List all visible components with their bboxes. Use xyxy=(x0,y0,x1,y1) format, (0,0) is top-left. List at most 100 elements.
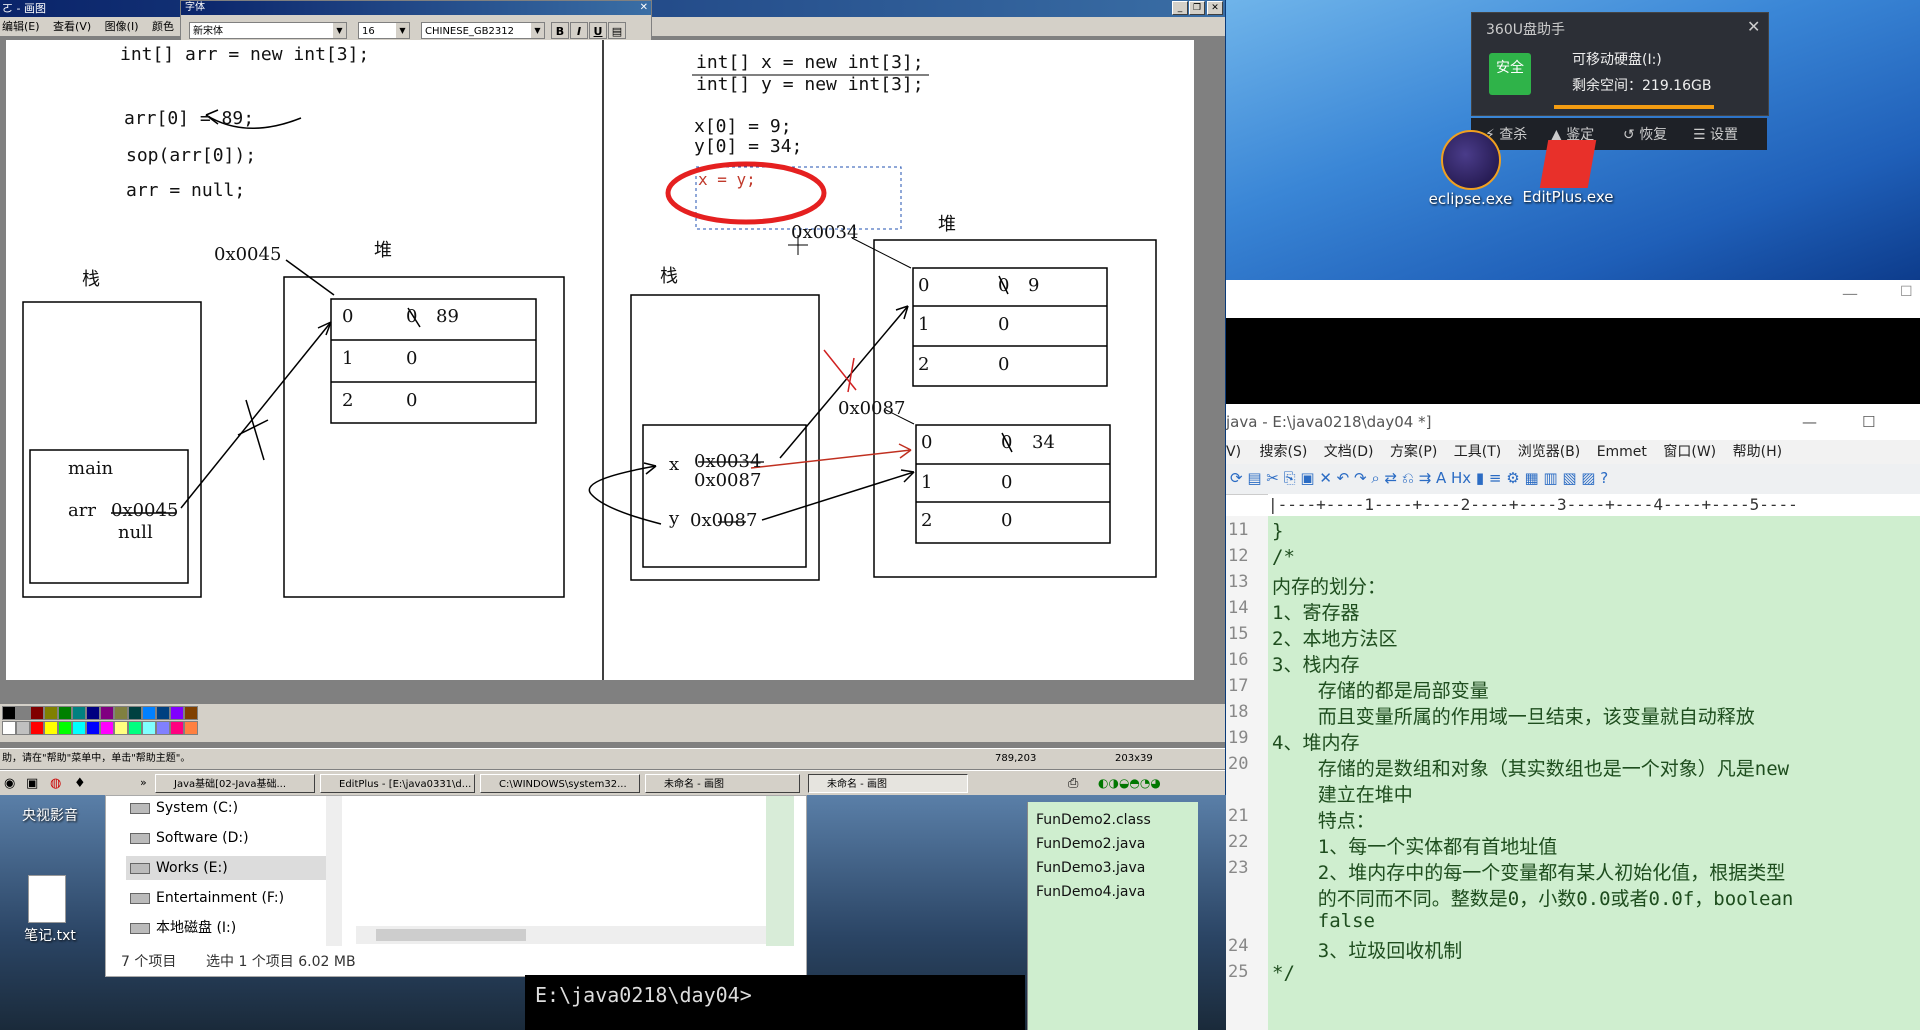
tray-icons[interactable]: ◐◑◒◓◔◕ xyxy=(1098,776,1161,790)
palette-swatch[interactable] xyxy=(86,706,100,720)
taskbar-item-editplus[interactable]: EditPlus - [E:\java0331\d... xyxy=(320,774,475,793)
taskbar-item-paint-2[interactable]: 未命名 - 画图 xyxy=(808,774,968,793)
code-line-selected[interactable]: x = y; xyxy=(698,170,756,189)
command-prompt[interactable]: E:\java0218\day04> xyxy=(525,975,1025,1030)
tree-scrollbar[interactable] xyxy=(326,796,342,946)
action-settings[interactable]: ☰ 设置 xyxy=(1693,124,1738,144)
printer-icon[interactable]: ⎙ xyxy=(1068,776,1078,791)
drawing-canvas[interactable]: int[] arr = new int[3]; arr[0] = 89; sop… xyxy=(6,40,1194,680)
menu-view[interactable]: V) xyxy=(1226,444,1241,460)
palette-swatch[interactable] xyxy=(72,721,86,735)
italic-button[interactable]: I xyxy=(570,22,588,39)
y-variable: y xyxy=(669,508,680,529)
palette-swatch[interactable] xyxy=(100,721,114,735)
minimize-icon[interactable]: — xyxy=(1842,284,1858,303)
menu-browser[interactable]: 浏览器(B) xyxy=(1518,444,1581,460)
palette-swatch[interactable] xyxy=(72,706,86,720)
desktop-icon-cctv[interactable]: 央视影音 xyxy=(10,805,90,825)
file-item[interactable]: FunDemo3.java xyxy=(1036,860,1145,876)
tree-item-d[interactable]: Software (D:) xyxy=(126,826,249,850)
tree-item-c[interactable]: System (C:) xyxy=(126,796,238,820)
line-number: 24 xyxy=(1228,936,1249,956)
font-size-select[interactable]: 16 ▼ xyxy=(358,22,410,39)
palette-swatch[interactable] xyxy=(30,721,44,735)
palette-swatch[interactable] xyxy=(30,706,44,720)
code-editor[interactable]: } /* 内存的划分： 1、寄存器 2、本地方法区 3、栈内存 存储的都是局部变量 而且变… xyxy=(1268,516,1920,1030)
palette-swatch[interactable] xyxy=(114,721,128,735)
palette-swatch[interactable] xyxy=(2,721,16,735)
desktop-icon-notes[interactable]: 笔记.txt xyxy=(10,925,90,945)
menu-window[interactable]: 窗口(W) xyxy=(1663,444,1716,460)
taskbar-item-cmd[interactable]: C:\WINDOWS\system32... xyxy=(480,774,640,793)
menu-colors[interactable]: 颜色 xyxy=(152,20,174,33)
file-item[interactable]: FunDemo2.java xyxy=(1036,836,1145,852)
action-restore[interactable]: ↺ 恢复 xyxy=(1623,124,1667,144)
code-line: x[0] = 9; xyxy=(694,116,792,137)
palette-swatch[interactable] xyxy=(184,721,198,735)
array-value: 89 xyxy=(436,306,459,327)
menu-document[interactable]: 文档(D) xyxy=(1324,444,1374,460)
taskbar-item-paint-1[interactable]: 未命名 - 画图 xyxy=(645,774,800,793)
palette-swatch[interactable] xyxy=(16,706,30,720)
quicklaunch-app-icon[interactable]: ♦ xyxy=(74,776,86,791)
palette-swatch[interactable] xyxy=(170,721,184,735)
palette-swatch[interactable] xyxy=(156,721,170,735)
palette-swatch[interactable] xyxy=(184,706,198,720)
tree-item-e[interactable]: Works (E:) xyxy=(126,856,331,880)
palette-swatch[interactable] xyxy=(58,721,72,735)
quicklaunch-browser-icon[interactable]: ◍ xyxy=(50,776,61,791)
scrollbar-thumb[interactable] xyxy=(376,929,526,941)
restore-button[interactable]: ❐ xyxy=(1189,1,1205,15)
code-line: 2、堆内存中的每一个变量都有某人初始化值，根据类型 xyxy=(1272,862,1786,884)
menu-help[interactable]: 帮助(H) xyxy=(1733,444,1782,460)
palette-swatch[interactable] xyxy=(44,706,58,720)
menu-search[interactable]: 搜索(S) xyxy=(1260,444,1308,460)
menu-project[interactable]: 方案(P) xyxy=(1390,444,1437,460)
underline-button[interactable]: U xyxy=(589,22,607,39)
chevron-right-icon[interactable]: » xyxy=(140,776,147,789)
x-old-value: 0x0034 xyxy=(694,451,762,472)
file-item[interactable]: FunDemo4.java xyxy=(1036,884,1145,900)
menu-image[interactable]: 图像(I) xyxy=(105,20,139,33)
maximize-icon[interactable]: ☐ xyxy=(1900,284,1913,300)
charset-select[interactable]: CHINESE_GB2312 ▼ xyxy=(421,22,545,39)
tree-item-f[interactable]: Entertainment (F:) xyxy=(126,886,284,910)
usage-bar xyxy=(1554,105,1714,109)
palette-swatch[interactable] xyxy=(2,706,16,720)
desktop-icon-editplus[interactable]: EditPlus.exe xyxy=(1518,140,1618,206)
palette-swatch[interactable] xyxy=(142,721,156,735)
horizontal-scrollbar[interactable] xyxy=(356,926,776,944)
palette-swatch[interactable] xyxy=(142,706,156,720)
tree-item-label: System (C:) xyxy=(156,800,239,816)
minimize-button[interactable]: _ xyxy=(1172,1,1188,15)
palette-swatch[interactable] xyxy=(86,721,100,735)
palette-swatch[interactable] xyxy=(128,706,142,720)
palette-swatch[interactable] xyxy=(114,706,128,720)
bold-button[interactable]: B xyxy=(551,22,569,39)
minimize-icon[interactable]: — xyxy=(1802,404,1817,440)
font-name-select[interactable]: 新宋体 ▼ xyxy=(189,22,347,39)
palette-swatch[interactable] xyxy=(170,706,184,720)
tree-item-i[interactable]: 本地磁盘 (I:) xyxy=(126,916,236,940)
desktop-icon-eclipse[interactable]: eclipse.exe xyxy=(1428,130,1513,208)
quicklaunch-desktop-icon[interactable]: ▣ xyxy=(26,776,38,791)
palette-swatch[interactable] xyxy=(128,721,142,735)
close-icon[interactable]: ✕ xyxy=(640,1,648,15)
vertical-text-button[interactable]: ▤ xyxy=(608,22,626,39)
maximize-icon[interactable]: ☐ xyxy=(1862,404,1875,440)
toolbar-icons[interactable]: ⟳ ▤ ✂ ⎘ ▣ ✕ ↶ ↷ ⌕ ⇄ ⎌ ⇉ A Hx ▮ ≡ ⚙ ▦ ▥ ▧… xyxy=(1230,469,1608,487)
menu-tools[interactable]: 工具(T) xyxy=(1454,444,1501,460)
taskbar-item-java[interactable]: Java基础[02-Java基础... xyxy=(155,774,315,793)
menu-view[interactable]: 查看(V) xyxy=(53,20,91,33)
palette-swatch[interactable] xyxy=(58,706,72,720)
close-icon[interactable]: ✕ xyxy=(1747,17,1760,36)
menu-edit[interactable]: 编辑(E) xyxy=(0,20,40,33)
palette-swatch[interactable] xyxy=(44,721,58,735)
palette-swatch[interactable] xyxy=(100,706,114,720)
palette-swatch[interactable] xyxy=(16,721,30,735)
file-item[interactable]: FunDemo2.class xyxy=(1036,812,1151,828)
close-button[interactable]: ✕ xyxy=(1207,1,1223,15)
palette-swatch[interactable] xyxy=(156,706,170,720)
quicklaunch-ie-icon[interactable]: ◉ xyxy=(4,776,15,791)
menu-emmet[interactable]: Emmet xyxy=(1597,444,1647,460)
